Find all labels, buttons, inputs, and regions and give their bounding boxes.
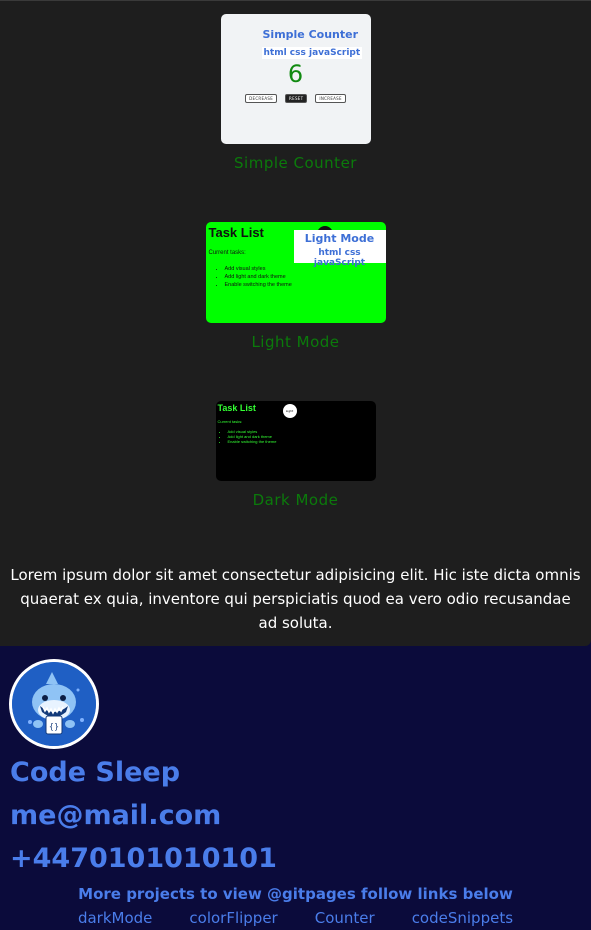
project-caption[interactable]: Simple Counter <box>0 154 591 172</box>
link-codesnippets[interactable]: codeSnippets <box>412 909 513 927</box>
profile-name: Code Sleep <box>10 757 181 788</box>
task-list: Add visual styles Add light and dark the… <box>217 265 292 289</box>
task-list-title: Task List <box>217 403 256 413</box>
thumbnail-overlay-subtitle: html css javaScript <box>313 248 366 268</box>
counter-value: 6 <box>287 60 304 88</box>
theme-toggle-preview: Light <box>282 404 297 418</box>
project-thumbnail-dark-mode[interactable]: Task List Current tasks: Add visual styl… <box>215 401 376 481</box>
counter-buttons: DECREASE RESET INCREASE <box>221 94 371 103</box>
avatar: {} <box>9 659 99 749</box>
task-list-subtitle: Current tasks: <box>208 250 246 256</box>
thumbnail-overlay-subtitle: html css javaScript <box>261 47 363 59</box>
footer: {} Code Sleep me@mail.com +4470101010101… <box>0 647 591 930</box>
description-text: Lorem ipsum dolor sit amet consectetur a… <box>10 566 581 632</box>
link-colorflipper[interactable]: colorFlipper <box>189 909 277 927</box>
increase-button-preview: INCREASE <box>315 94 346 103</box>
svg-text:{}: {} <box>49 722 59 731</box>
link-darkmode[interactable]: darkMode <box>78 909 152 927</box>
project-thumbnail-simple-counter[interactable]: Simple Counter html css javaScript 6 DEC… <box>220 14 371 144</box>
footer-links: darkMode colorFlipper Counter codeSnippe… <box>0 909 591 927</box>
decrease-button-preview: DECREASE <box>245 94 278 103</box>
shark-mascot-icon: {} <box>12 662 96 746</box>
project-caption[interactable]: Dark Mode <box>0 491 591 509</box>
more-projects-text: More projects to view @gitpages follow l… <box>78 885 513 903</box>
task-list-subtitle: Current tasks: <box>217 419 243 424</box>
project-caption[interactable]: Light Mode <box>0 333 591 351</box>
projects-section: Simple Counter html css javaScript 6 DEC… <box>0 0 591 646</box>
task-list: Add visual styles Add light and dark the… <box>222 429 277 444</box>
task-item: Add light and dark theme <box>225 273 292 281</box>
task-item: Enable switching the theme <box>225 281 292 289</box>
link-counter[interactable]: Counter <box>315 909 375 927</box>
task-item: Add visual styles <box>225 265 292 273</box>
profile-email[interactable]: me@mail.com <box>10 800 221 831</box>
project-card-simple-counter[interactable]: Simple Counter html css javaScript 6 DEC… <box>0 14 591 172</box>
profile-phone[interactable]: +4470101010101 <box>10 843 277 874</box>
thumbnail-overlay-title: Light Mode <box>304 232 375 245</box>
thumbnail-overlay-title: Simple Counter <box>262 28 359 41</box>
reset-button-preview: RESET <box>285 94 308 103</box>
project-thumbnail-light-mode[interactable]: Task List Current tasks: Add visual styl… <box>205 222 386 323</box>
task-item: Enable switching the theme <box>228 439 277 444</box>
thumbnail-overlay: Light Mode html css javaScript <box>293 230 386 268</box>
project-card-dark-mode[interactable]: Task List Current tasks: Add visual styl… <box>0 401 591 509</box>
project-card-light-mode[interactable]: Task List Current tasks: Add visual styl… <box>0 222 591 351</box>
task-list-title: Task List <box>208 225 264 240</box>
